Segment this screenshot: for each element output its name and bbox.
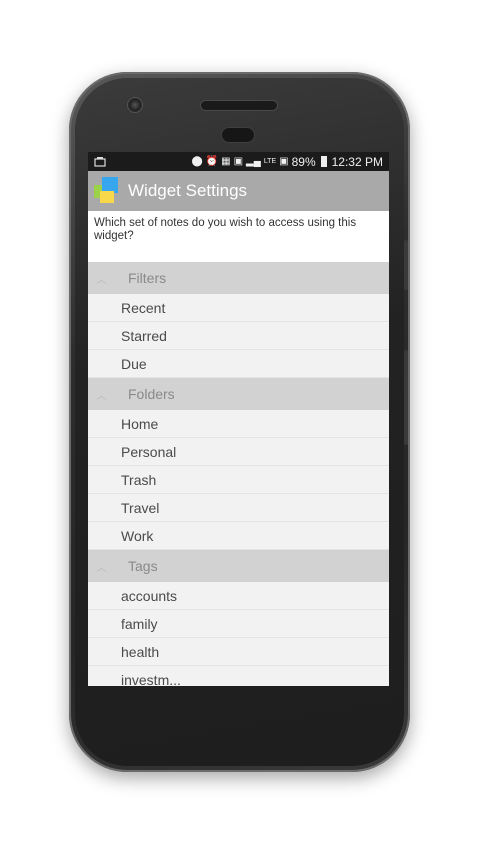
alarm-icon: ⏰ [205, 156, 219, 167]
section-label: Folders [128, 386, 175, 402]
prompt-text: Which set of notes do you wish to access… [88, 211, 389, 262]
list-item[interactable]: Work [88, 522, 389, 550]
chevron-up-icon: ︿ [96, 562, 107, 574]
earpiece-speaker [201, 101, 277, 110]
list-item[interactable]: Due [88, 350, 389, 378]
list-item[interactable]: Home [88, 410, 389, 438]
chevron-up-icon: ︿ [96, 274, 107, 286]
proximity-sensor [222, 128, 254, 142]
list-item[interactable]: health [88, 638, 389, 666]
app-logo-icon [94, 177, 122, 205]
notification-icon [94, 156, 108, 167]
volume-button [404, 240, 408, 290]
section-label: Tags [128, 558, 158, 574]
section-header-tags[interactable]: ︿ Tags [88, 550, 389, 582]
list-item[interactable]: investm... [88, 666, 389, 686]
location-icon: ⬤ [191, 156, 203, 167]
power-button [404, 350, 408, 445]
list-item[interactable]: Trash [88, 466, 389, 494]
app-title: Widget Settings [128, 181, 248, 200]
screen: ⬤ ⏰ ▦ ▣ ▂▄ LTE ▣ 89% 12:32 PM Widget Set… [88, 152, 389, 686]
front-camera [128, 98, 142, 112]
section-label: Filters [128, 270, 167, 286]
lte-label: LTE [263, 158, 277, 165]
sim-icon: ▣ [233, 156, 244, 167]
battery-percent: 89% [291, 154, 316, 169]
signal-icon: ▂▄ [246, 156, 261, 167]
section-header-filters[interactable]: ︿ Filters [88, 262, 389, 294]
chevron-up-icon: ︿ [96, 390, 107, 402]
clock: 12:32 PM [331, 154, 383, 169]
volte-icon: ▦ [221, 156, 231, 167]
list-item[interactable]: Travel [88, 494, 389, 522]
list-item[interactable]: accounts [88, 582, 389, 610]
signal-icon-2: ▣ [279, 156, 289, 167]
list-item[interactable]: Personal [88, 438, 389, 466]
app-bar: Widget Settings [88, 171, 389, 211]
status-bar: ⬤ ⏰ ▦ ▣ ▂▄ LTE ▣ 89% 12:32 PM [88, 152, 389, 171]
list-item[interactable]: Recent [88, 294, 389, 322]
battery-icon [320, 156, 327, 167]
list-item[interactable]: family [88, 610, 389, 638]
section-header-folders[interactable]: ︿ Folders [88, 378, 389, 410]
list-item[interactable]: Starred [88, 322, 389, 350]
